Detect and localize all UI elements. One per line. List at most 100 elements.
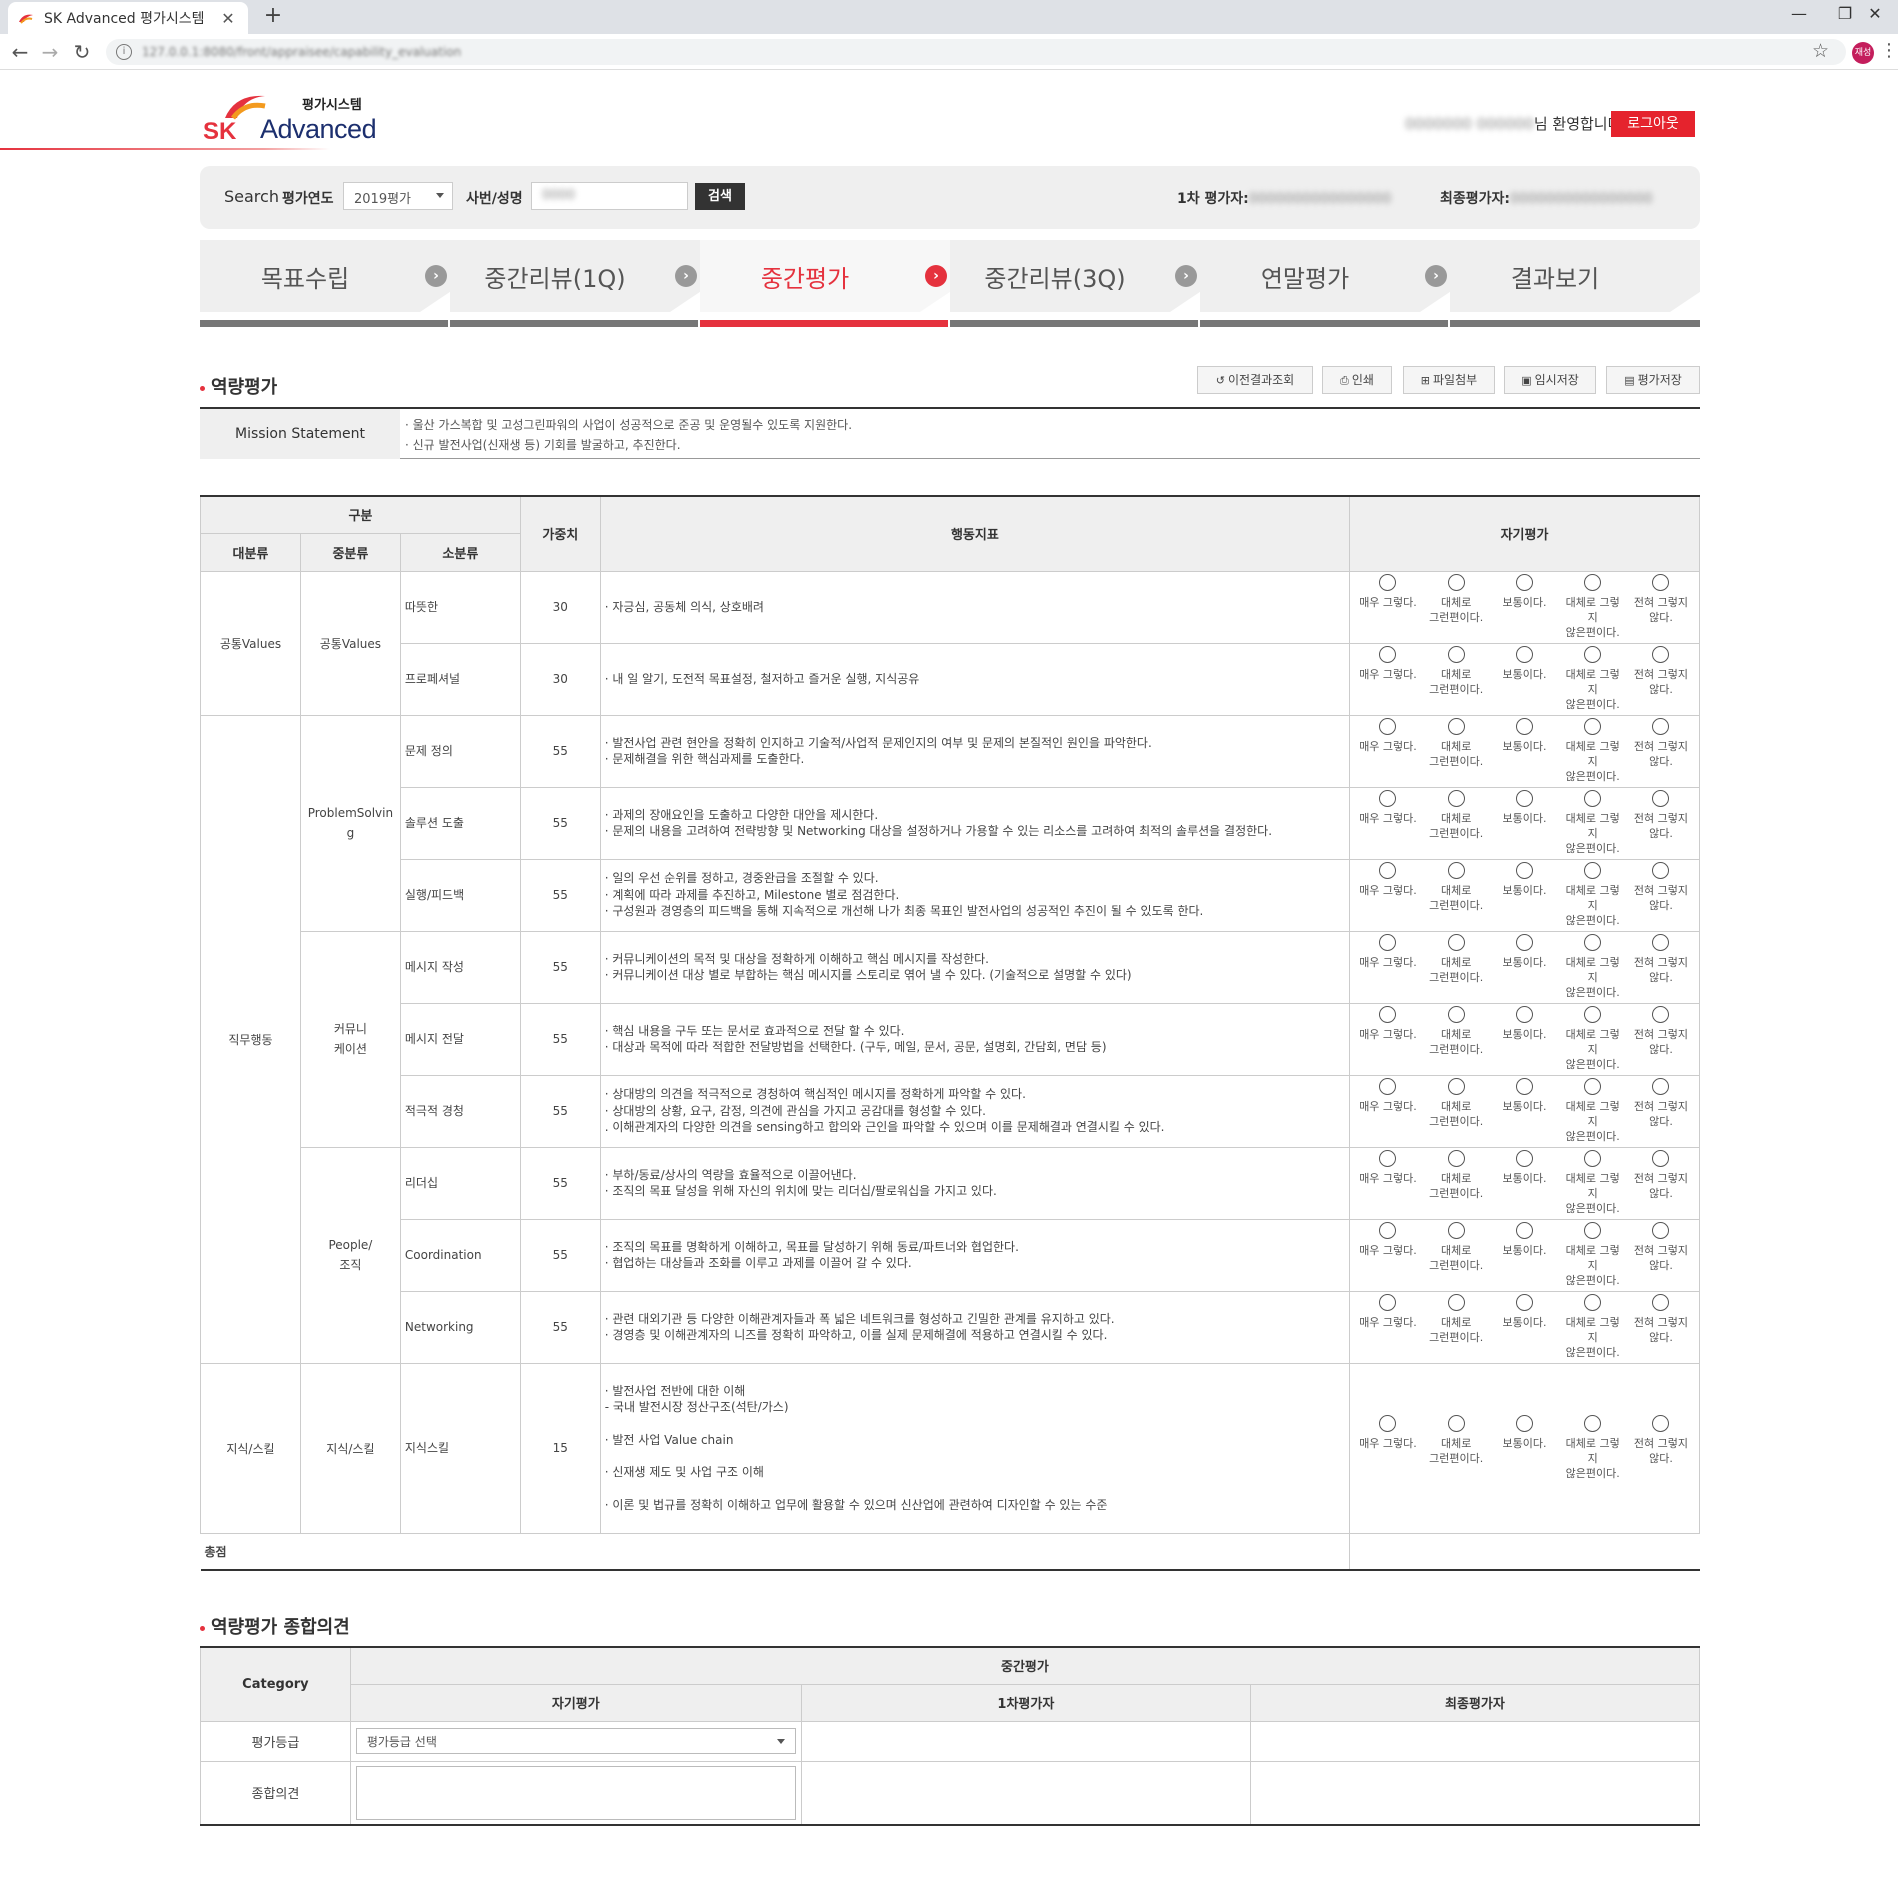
radio-circle[interactable] — [1652, 790, 1670, 807]
radio-option[interactable]: 대체로 그렇지 않은편이다. — [1561, 1006, 1625, 1072]
radio-circle[interactable] — [1447, 1294, 1465, 1311]
radio-option[interactable]: 매우 그렇다. — [1356, 934, 1420, 1000]
radio-option[interactable]: 보통이다. — [1492, 646, 1556, 712]
radio-circle[interactable] — [1447, 718, 1465, 735]
grade-select[interactable]: 평가등급 선택 — [355, 1728, 796, 1754]
radio-circle[interactable] — [1515, 646, 1533, 663]
radio-circle[interactable] — [1515, 934, 1533, 951]
radio-option[interactable]: 보통이다. — [1492, 1415, 1556, 1481]
radio-circle[interactable] — [1515, 718, 1533, 735]
radio-option[interactable]: 매우 그렇다. — [1356, 646, 1420, 712]
step-results[interactable]: 결과보기 — [1450, 240, 1700, 330]
radio-circle[interactable] — [1652, 1078, 1670, 1095]
forward-icon[interactable]: → — [38, 40, 62, 64]
browser-tab[interactable]: SK Advanced 평가시스템 ✕ — [8, 2, 248, 34]
radio-circle[interactable] — [1652, 1222, 1670, 1239]
radio-circle[interactable] — [1379, 862, 1397, 879]
radio-option[interactable]: 보통이다. — [1492, 790, 1556, 856]
radio-option[interactable]: 전혀 그렇지 않다. — [1629, 862, 1693, 928]
radio-circle[interactable] — [1379, 646, 1397, 663]
radio-option[interactable]: 매우 그렇다. — [1356, 718, 1420, 784]
radio-option[interactable]: 대체로 그런편이다. — [1424, 574, 1488, 640]
radio-option[interactable]: 대체로 그런편이다. — [1424, 718, 1488, 784]
radio-option[interactable]: 매우 그렇다. — [1356, 1222, 1420, 1288]
radio-circle[interactable] — [1379, 574, 1397, 591]
radio-circle[interactable] — [1515, 790, 1533, 807]
step-year-end[interactable]: 연말평가 › — [1200, 240, 1450, 330]
radio-option[interactable]: 대체로 그렇지 않은편이다. — [1561, 1294, 1625, 1360]
sk-advanced-logo[interactable]: SK 평가시스템 Advanced — [203, 88, 383, 148]
radio-option[interactable]: 대체로 그런편이다. — [1424, 1150, 1488, 1216]
radio-option[interactable]: 보통이다. — [1492, 1222, 1556, 1288]
radio-circle[interactable] — [1584, 862, 1602, 879]
radio-option[interactable]: 전혀 그렇지 않다. — [1629, 1294, 1693, 1360]
radio-circle[interactable] — [1379, 1078, 1397, 1095]
radio-option[interactable]: 보통이다. — [1492, 1294, 1556, 1360]
radio-circle[interactable] — [1584, 646, 1602, 663]
radio-option[interactable]: 대체로 그런편이다. — [1424, 862, 1488, 928]
radio-option[interactable]: 대체로 그런편이다. — [1424, 790, 1488, 856]
search-button[interactable]: 검색 — [695, 183, 745, 210]
evaluation-save-button[interactable]: ▤ 평가저장 — [1606, 366, 1700, 394]
bookmark-star-icon[interactable]: ☆ — [1812, 40, 1829, 62]
radio-circle[interactable] — [1447, 1006, 1465, 1023]
radio-option[interactable]: 보통이다. — [1492, 934, 1556, 1000]
radio-circle[interactable] — [1447, 574, 1465, 591]
back-icon[interactable]: ← — [8, 40, 32, 64]
radio-option[interactable]: 매우 그렇다. — [1356, 862, 1420, 928]
browser-menu-icon[interactable]: ⋮ — [1880, 40, 1898, 61]
radio-circle[interactable] — [1379, 1415, 1397, 1432]
radio-option[interactable]: 전혀 그렇지 않다. — [1629, 1222, 1693, 1288]
radio-option[interactable]: 보통이다. — [1492, 1006, 1556, 1072]
site-info-icon[interactable]: i — [116, 44, 132, 60]
print-button[interactable]: ⎙ 인쇄 — [1322, 366, 1392, 394]
step-review-3q[interactable]: 중간리뷰(3Q) › — [950, 240, 1200, 330]
radio-option[interactable]: 전혀 그렇지 않다. — [1629, 1415, 1693, 1481]
radio-option[interactable]: 전혀 그렇지 않다. — [1629, 790, 1693, 856]
radio-option[interactable]: 보통이다. — [1492, 1078, 1556, 1144]
radio-circle[interactable] — [1515, 1078, 1533, 1095]
step-review-1q[interactable]: 중간리뷰(1Q) › — [450, 240, 700, 330]
radio-option[interactable]: 대체로 그렇지 않은편이다. — [1561, 1415, 1625, 1481]
url-bar[interactable]: i 127.0.0.1:8080/front/appraisee/capabil… — [106, 39, 1846, 65]
profile-avatar[interactable]: 재성 — [1852, 42, 1874, 64]
radio-option[interactable]: 대체로 그렇지 않은편이다. — [1561, 574, 1625, 640]
radio-circle[interactable] — [1584, 1415, 1602, 1432]
radio-option[interactable]: 대체로 그렇지 않은편이다. — [1561, 1222, 1625, 1288]
radio-circle[interactable] — [1652, 646, 1670, 663]
radio-option[interactable]: 매우 그렇다. — [1356, 1078, 1420, 1144]
radio-option[interactable]: 대체로 그렇지 않은편이다. — [1561, 862, 1625, 928]
radio-option[interactable]: 보통이다. — [1492, 862, 1556, 928]
new-tab-icon[interactable]: + — [258, 3, 288, 28]
radio-circle[interactable] — [1652, 718, 1670, 735]
radio-option[interactable]: 매우 그렇다. — [1356, 574, 1420, 640]
step-goal-setting[interactable]: 목표수립 › — [200, 240, 450, 330]
radio-option[interactable]: 보통이다. — [1492, 718, 1556, 784]
radio-option[interactable]: 보통이다. — [1492, 574, 1556, 640]
radio-circle[interactable] — [1652, 1006, 1670, 1023]
radio-option[interactable]: 대체로 그렇지 않은편이다. — [1561, 1150, 1625, 1216]
radio-circle[interactable] — [1447, 646, 1465, 663]
radio-circle[interactable] — [1584, 1294, 1602, 1311]
radio-option[interactable]: 대체로 그런편이다. — [1424, 934, 1488, 1000]
close-tab-icon[interactable]: ✕ — [218, 9, 238, 28]
radio-circle[interactable] — [1584, 718, 1602, 735]
radio-circle[interactable] — [1379, 1294, 1397, 1311]
radio-option[interactable]: 대체로 그렇지 않은편이다. — [1561, 718, 1625, 784]
employee-search-input[interactable]: 0000 — [531, 182, 688, 210]
radio-circle[interactable] — [1447, 1150, 1465, 1167]
radio-circle[interactable] — [1447, 1078, 1465, 1095]
radio-circle[interactable] — [1447, 934, 1465, 951]
radio-circle[interactable] — [1447, 790, 1465, 807]
logout-button[interactable]: 로그아웃 — [1611, 111, 1695, 137]
attach-file-button[interactable]: ⊞ 파일첨부 — [1403, 366, 1495, 394]
radio-option[interactable]: 매우 그렇다. — [1356, 790, 1420, 856]
radio-option[interactable]: 전혀 그렇지 않다. — [1629, 1006, 1693, 1072]
radio-option[interactable]: 대체로 그런편이다. — [1424, 1006, 1488, 1072]
radio-option[interactable]: 대체로 그렇지 않은편이다. — [1561, 1078, 1625, 1144]
radio-circle[interactable] — [1652, 862, 1670, 879]
radio-option[interactable]: 전혀 그렇지 않다. — [1629, 646, 1693, 712]
radio-option[interactable]: 매우 그렇다. — [1356, 1150, 1420, 1216]
radio-circle[interactable] — [1447, 1222, 1465, 1239]
radio-circle[interactable] — [1379, 1006, 1397, 1023]
